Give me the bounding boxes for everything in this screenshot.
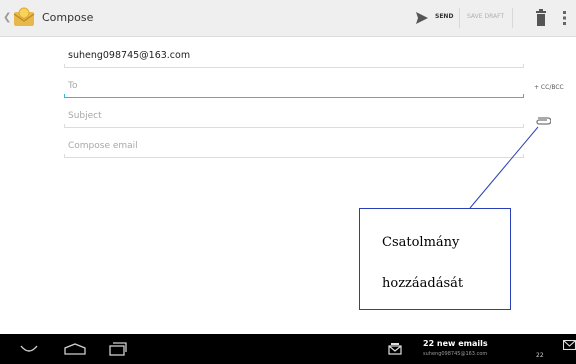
notification-count: 22 xyxy=(536,352,544,359)
callout-line-1: Csatolmány xyxy=(382,235,460,250)
email-notification-icon[interactable] xyxy=(388,343,402,355)
home-icon[interactable] xyxy=(64,343,86,355)
callout-line-2: hozzáadását xyxy=(382,276,464,291)
back-icon[interactable] xyxy=(20,343,38,355)
notification-subtitle: suheng098745@163.com xyxy=(423,351,488,357)
recent-apps-icon[interactable] xyxy=(109,342,127,356)
callout-box: Csatolmány hozzáadását xyxy=(359,208,511,310)
notification-title[interactable]: 22 new emails xyxy=(423,339,488,348)
mail-icon[interactable] xyxy=(563,340,576,350)
system-bar: 22 new emails suheng098745@163.com 22 xyxy=(0,334,576,364)
